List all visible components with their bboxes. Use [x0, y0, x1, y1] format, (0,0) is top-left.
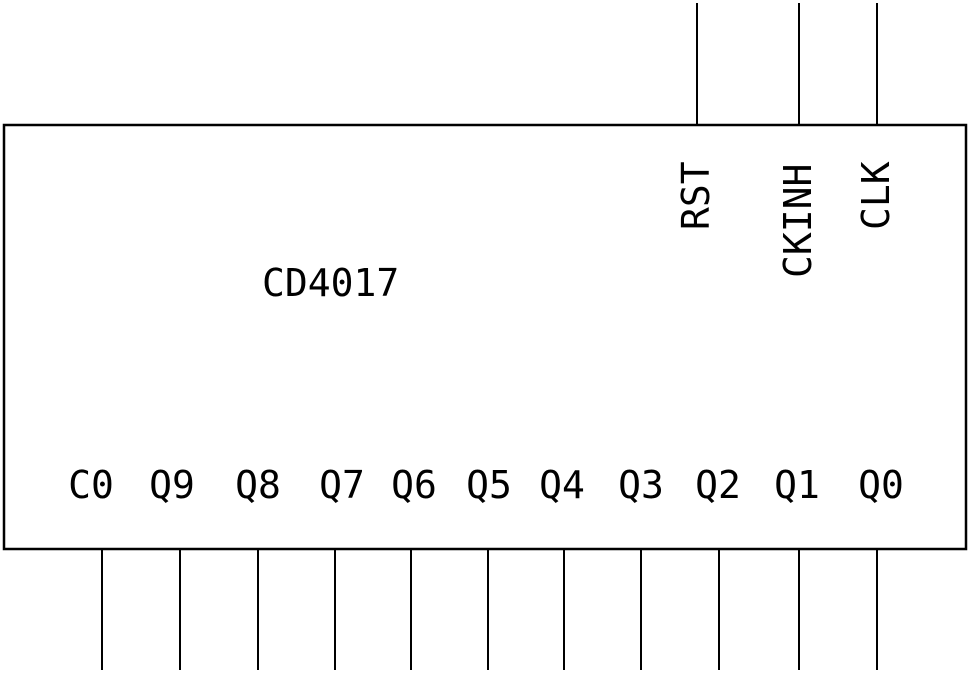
pin-label-q7: Q7 [319, 463, 365, 507]
pin-label-q3: Q3 [618, 463, 664, 507]
pin-label-q0: Q0 [858, 463, 904, 507]
pin-label-clk: CLK [854, 161, 898, 230]
pin-label-rst: RST [674, 161, 718, 230]
pin-label-q6: Q6 [391, 463, 437, 507]
pin-label-ckinh: CKINH [776, 164, 820, 278]
pin-label-q8: Q8 [235, 463, 281, 507]
pin-label-q4: Q4 [539, 463, 585, 507]
cd4017-schematic: CD4017 RST CKINH CLK C0 Q9 Q8 Q7 Q6 Q5 Q4 Q3 Q2 Q1 Q… [2, 3, 968, 670]
component-name: CD4017 [262, 261, 399, 305]
pin-label-c0: C0 [68, 463, 114, 507]
pin-label-q9: Q9 [149, 463, 195, 507]
pin-label-q5: Q5 [466, 463, 512, 507]
pin-label-q1: Q1 [774, 463, 820, 507]
pin-label-q2: Q2 [695, 463, 741, 507]
